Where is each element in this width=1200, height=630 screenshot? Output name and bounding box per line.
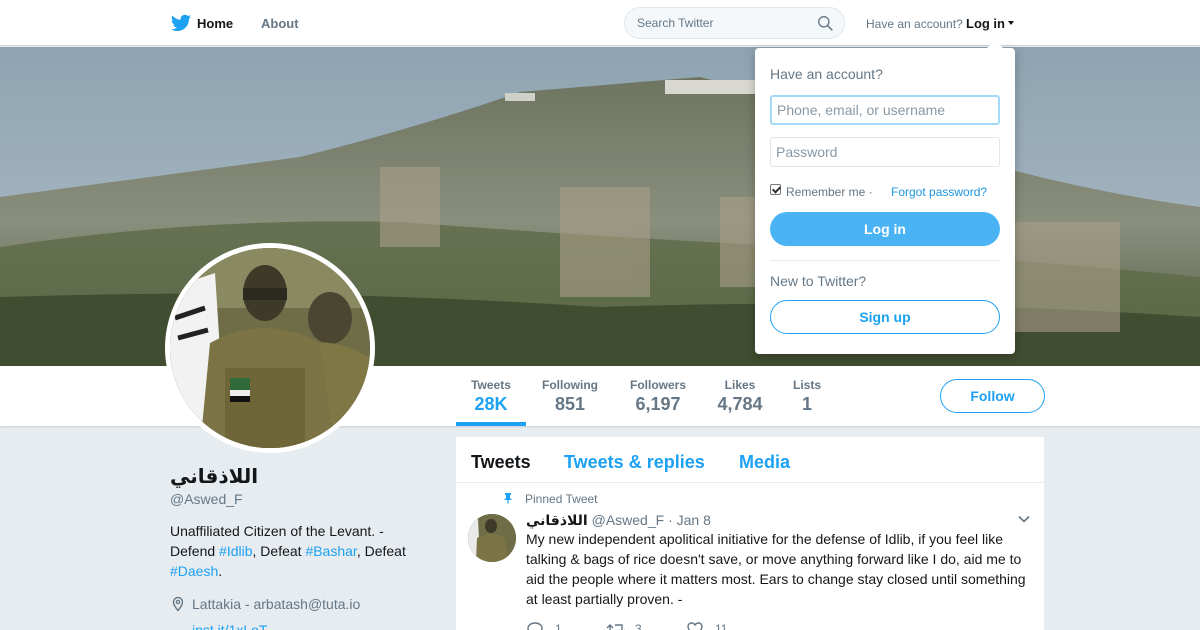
hashtag-link[interactable]: #Bashar (305, 543, 356, 559)
search-input[interactable]: Search Twitter (637, 16, 713, 30)
tab-media[interactable]: Media (739, 452, 790, 473)
timeline-tabs: Tweets Tweets & replies Media (456, 437, 1044, 483)
tab-tweets[interactable]: Tweets (471, 452, 531, 473)
tab-tweets-and-replies[interactable]: Tweets & replies (564, 452, 705, 473)
bio-text: , Defeat (356, 543, 406, 559)
stat-tweets[interactable]: Tweets 28K (470, 378, 512, 415)
remember-me-label[interactable]: Remember me · (786, 185, 873, 199)
stat-label: Tweets (471, 378, 511, 392)
remember-me-checkbox[interactable] (770, 184, 781, 195)
search-box[interactable]: Search Twitter (624, 7, 845, 39)
stat-label: Likes (724, 378, 756, 392)
forgot-password-link[interactable]: Forgot password? (891, 185, 987, 199)
active-tab-indicator (456, 422, 526, 426)
twitter-bird-icon[interactable] (170, 12, 192, 34)
dropdown-question: Have an account? (770, 66, 883, 82)
stat-likes[interactable]: Likes 4,784 (714, 378, 766, 415)
hashtag-link[interactable]: #Daesh (170, 563, 218, 579)
like-count: 11 (715, 622, 728, 630)
tweet-author-name[interactable]: ﺍﻟﻼﺫﻗﺎﻧﻲ (526, 512, 588, 528)
tweet-avatar-image (468, 514, 516, 562)
top-nav: Home About Search Twitter Have an accoun… (0, 0, 1200, 46)
stat-label: Followers (629, 378, 686, 392)
tweet-text: My new independent apolitical initiative… (526, 531, 1026, 607)
follow-button[interactable]: Follow (940, 379, 1045, 413)
chevron-down-icon[interactable] (1008, 21, 1014, 25)
hashtag-link[interactable]: #Idlib (219, 543, 252, 559)
pin-icon (504, 493, 512, 504)
chevron-down-icon[interactable] (1018, 515, 1030, 523)
stat-lists[interactable]: Lists 1 (791, 378, 823, 415)
login-button[interactable]: Log in (770, 212, 1000, 246)
bio-text: . (218, 563, 223, 579)
stat-value: 28K (474, 394, 508, 414)
heart-icon (687, 622, 703, 630)
profile-avatar[interactable] (165, 243, 375, 453)
profile-handle[interactable]: @Aswed_F (170, 491, 243, 507)
signup-button[interactable]: Sign up (770, 300, 1000, 334)
nav-home-link[interactable]: Home (197, 16, 233, 31)
tweet-header: ﺍﻟﻼﺫﻗﺎﻧﻲ @Aswed_F · Jan 8 (526, 512, 711, 529)
stat-following[interactable]: Following 851 (541, 378, 599, 415)
retweet-count: 3 (635, 622, 642, 630)
new-to-twitter-label: New to Twitter? (770, 273, 867, 289)
stat-value: 851 (554, 394, 586, 414)
location-pin-icon (172, 596, 184, 612)
password-field[interactable] (770, 137, 1000, 167)
profile-display-name[interactable]: ﺍﻟﻼﺫﻗﺎﻧﻲ (170, 464, 258, 489)
divider (770, 260, 1000, 261)
nav-about-link[interactable]: About (261, 16, 299, 31)
stat-value: 6,197 (635, 394, 681, 414)
stat-value: 1 (801, 394, 812, 414)
location-text: Lattakia - arbatash@tuta.io (192, 596, 361, 612)
tweet-avatar[interactable] (468, 514, 516, 562)
reply-icon (527, 622, 543, 630)
username-field[interactable] (770, 95, 1000, 125)
reply-count: 1 (555, 622, 562, 630)
stat-value: 4,784 (717, 394, 763, 414)
avatar-image (170, 248, 370, 448)
profile-bio: Unaffiliated Citizen of the Levant. - De… (170, 521, 420, 581)
stat-label: Lists (792, 378, 821, 392)
login-link[interactable]: Log in (966, 16, 1005, 31)
account-question: Have an account? (866, 17, 963, 31)
stat-label: Following (542, 378, 598, 392)
retweet-icon (606, 624, 625, 630)
search-icon[interactable] (817, 15, 834, 32)
timeline: Tweets Tweets & replies Media Pinned Twe… (456, 437, 1044, 630)
tweet-meta[interactable]: @Aswed_F · Jan 8 (592, 512, 711, 528)
bio-text: , Defeat (252, 543, 306, 559)
profile-url-text[interactable]: inst.it/1xLoT (192, 622, 267, 630)
login-dropdown: Have an account? Remember me · Forgot pa… (755, 40, 1015, 354)
pinned-text: Pinned Tweet (525, 492, 598, 506)
stat-followers[interactable]: Followers 6,197 (628, 378, 688, 415)
